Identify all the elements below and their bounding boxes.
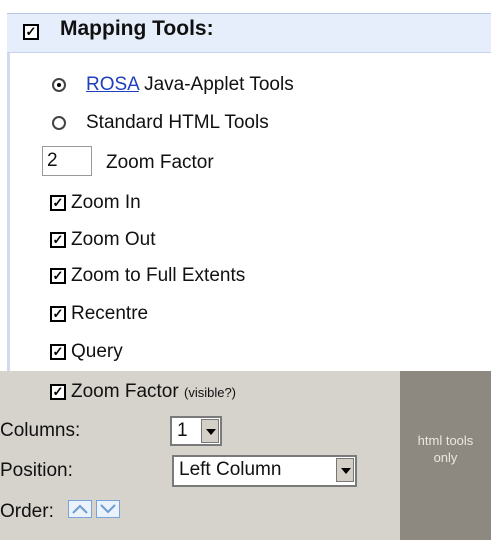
columns-select[interactable]: 1 (170, 416, 222, 446)
mapping-tools-checkbox[interactable]: ✓ (23, 24, 39, 40)
query-checkbox[interactable]: ✓ (50, 344, 66, 360)
zoom-factor-visible-label: Zoom Factor (visible?) (71, 381, 236, 402)
position-label: Position: (0, 460, 73, 481)
zoom-in-label: Zoom In (71, 192, 141, 213)
html-tools-label: Standard HTML Tools (86, 112, 269, 133)
recentre-label: Recentre (71, 303, 149, 324)
rosa-tools-radio[interactable] (52, 78, 66, 92)
section-title: Mapping Tools: (60, 17, 214, 40)
dropdown-arrow-icon (201, 419, 219, 443)
html-only-note: html tools only (417, 433, 474, 465)
zoom-full-label: Zoom to Full Extents (71, 265, 246, 286)
position-select[interactable]: Left Column (172, 455, 357, 487)
zoom-factor-label: Zoom Factor (106, 152, 214, 173)
zoom-in-checkbox[interactable]: ✓ (50, 195, 66, 211)
move-up-icon[interactable] (68, 500, 92, 518)
rosa-link[interactable]: ROSA (86, 74, 139, 95)
zoom-out-checkbox[interactable]: ✓ (50, 232, 66, 248)
zoom-factor-input[interactable] (42, 146, 92, 176)
columns-label: Columns: (0, 420, 81, 441)
order-label: Order: (0, 501, 54, 522)
left-border (7, 13, 10, 373)
html-tools-radio[interactable] (52, 116, 66, 130)
dropdown-arrow-icon (336, 458, 354, 482)
zoom-full-checkbox[interactable]: ✓ (50, 268, 66, 284)
recentre-checkbox[interactable]: ✓ (50, 306, 66, 322)
zoom-out-label: Zoom Out (71, 229, 156, 250)
rosa-tools-label: ROSA Java-Applet Tools (86, 74, 294, 95)
query-label: Query (71, 341, 123, 362)
zoom-factor-visible-checkbox[interactable]: ✓ (50, 384, 66, 400)
move-down-icon[interactable] (96, 500, 120, 518)
